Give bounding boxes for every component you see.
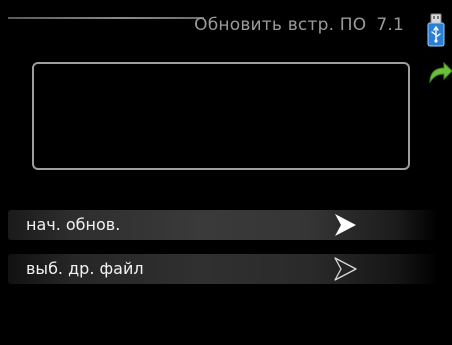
menu-item-label: выб. др. файл — [26, 259, 144, 278]
play-outline-icon — [334, 257, 357, 281]
menu-item-label: нач. обнов. — [26, 215, 121, 234]
info-box — [32, 62, 410, 170]
usb-stick-icon — [427, 13, 445, 47]
header-divider — [8, 17, 204, 19]
back-arrow-icon[interactable] — [426, 60, 452, 88]
menu-item-select-other-file[interactable]: выб. др. файл — [8, 254, 438, 284]
menu-item-start-update[interactable]: нач. обнов. — [8, 210, 438, 240]
page-title: Обновить встр. ПО 7.1 — [194, 15, 404, 35]
menu-number: 7.1 — [376, 15, 404, 35]
page-title-text: Обновить встр. ПО — [194, 15, 367, 35]
play-filled-icon — [335, 214, 356, 236]
